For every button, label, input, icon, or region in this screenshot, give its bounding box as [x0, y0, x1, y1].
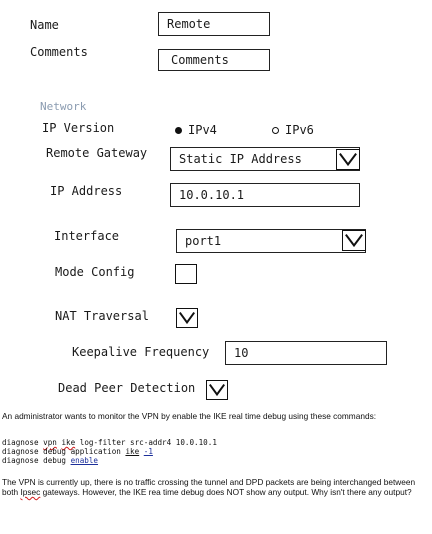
- chevron-down-icon[interactable]: [336, 149, 360, 170]
- keepalive-label: Keepalive Frequency: [72, 345, 210, 359]
- mode-config-checkbox[interactable]: [175, 264, 197, 284]
- command-text: diagnose debug: [2, 456, 71, 465]
- remote-gateway-label: Remote Gateway: [46, 146, 148, 160]
- comments-label: Comments: [30, 45, 88, 59]
- network-section-title: Network: [40, 100, 87, 113]
- command-keyword: vpn: [43, 438, 57, 447]
- ipv4-radio[interactable]: IPv4: [175, 123, 217, 137]
- nat-traversal-label: NAT Traversal: [55, 309, 149, 323]
- ipv6-label: IPv6: [285, 123, 314, 137]
- nat-traversal-checkbox[interactable]: [176, 308, 198, 328]
- radio-unselected-icon: [272, 127, 279, 134]
- command-line-1: diagnose vpn ike log-filter src-addr4 10…: [2, 438, 217, 447]
- command-line-2: diagnose debug application ike -1: [2, 447, 153, 456]
- dpd-label: Dead Peer Detection: [58, 381, 196, 395]
- interface-label: Interface: [54, 229, 120, 243]
- check-icon: [178, 312, 196, 325]
- ip-version-label: IP Version: [42, 121, 115, 135]
- command-text: diagnose debug application: [2, 447, 126, 456]
- ipv6-radio[interactable]: IPv6: [272, 123, 314, 137]
- remote-gateway-select[interactable]: Static IP Address: [170, 147, 360, 171]
- ipv4-label: IPv4: [188, 123, 217, 137]
- comments-input[interactable]: Comments: [158, 49, 270, 71]
- command-keyword: enable: [70, 456, 99, 465]
- chevron-down-icon[interactable]: [342, 230, 366, 251]
- keepalive-input[interactable]: 10: [225, 341, 387, 365]
- dpd-checkbox[interactable]: [206, 380, 228, 400]
- ip-address-input[interactable]: 10.0.10.1: [170, 183, 360, 207]
- radio-selected-icon: [175, 127, 182, 134]
- command-keyword: ike: [125, 447, 140, 456]
- name-label: Name: [30, 18, 59, 32]
- name-input[interactable]: Remote: [158, 12, 270, 36]
- interface-value: port1: [185, 234, 222, 248]
- command-line-3: diagnose debug enable: [2, 456, 98, 465]
- command-text: log-filter src-addr4 10.0.10.1: [75, 438, 217, 447]
- question-text: gateways. However, the IKE rea time debu…: [40, 487, 412, 497]
- interface-select[interactable]: port1: [176, 229, 366, 253]
- command-text: diagnose: [2, 438, 44, 447]
- mode-config-label: Mode Config: [55, 265, 135, 279]
- remote-gateway-value: Static IP Address: [179, 152, 302, 166]
- check-icon: [208, 384, 226, 397]
- question-body: The VPN is currently up, there is no tra…: [2, 477, 428, 497]
- question-keyword: Ipsec: [20, 487, 41, 497]
- question-intro: An administrator wants to monitor the VP…: [2, 411, 377, 421]
- command-keyword: -1: [143, 447, 153, 456]
- ip-address-label: IP Address: [50, 184, 123, 198]
- command-keyword: ike: [61, 438, 76, 447]
